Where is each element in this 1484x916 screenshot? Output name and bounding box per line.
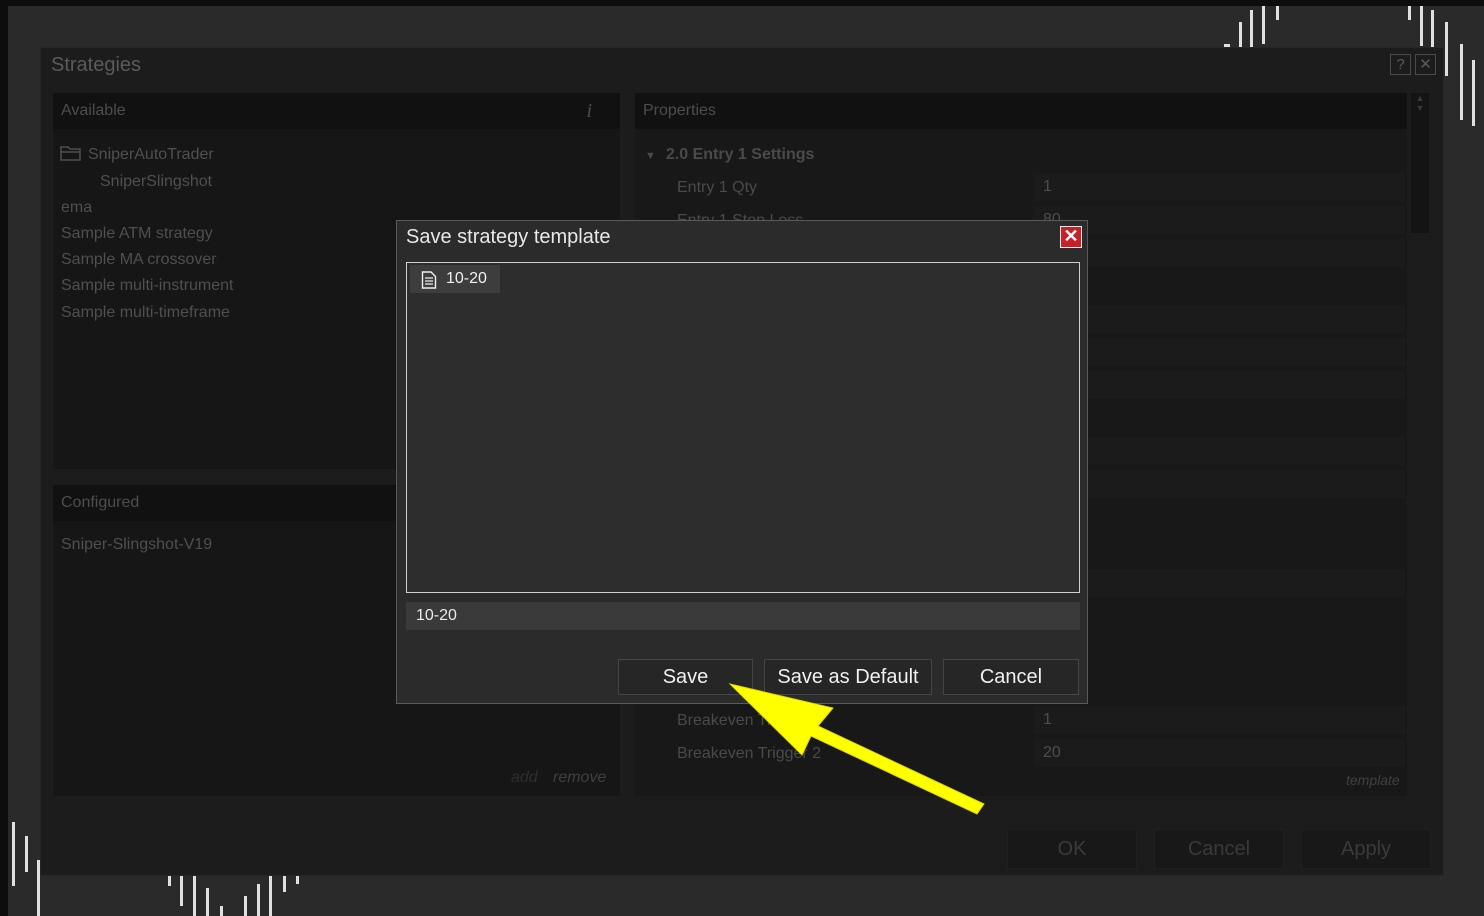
property-label: Breakeven Trigger 2 xyxy=(677,745,822,762)
list-item[interactable]: Sample ATM strategy xyxy=(61,225,213,243)
list-item[interactable]: ema xyxy=(61,199,92,217)
list-item[interactable]: Sample MA crossover xyxy=(61,251,217,269)
property-label: Entry 1 Qty xyxy=(677,179,758,196)
cancel-button[interactable]: Cancel xyxy=(943,659,1079,695)
apply-button[interactable]: Apply xyxy=(1301,829,1431,869)
scroll-up-icon[interactable]: ▲ xyxy=(1411,93,1429,103)
dialog-title: Save strategy template xyxy=(406,226,611,248)
property-value[interactable]: 20 xyxy=(1033,739,1405,767)
save-template-dialog: Save strategy template ✕ 10-20 10-20 Sav… xyxy=(396,220,1088,704)
available-title: Available xyxy=(61,102,126,119)
close-icon[interactable]: ✕ xyxy=(1060,226,1082,248)
close-button[interactable]: ✕ xyxy=(1415,54,1436,75)
screen: Strategies ? ✕ Available i SniperAutoTra… xyxy=(0,0,1484,916)
cancel-button[interactable]: Cancel xyxy=(1154,829,1284,869)
info-icon[interactable]: i xyxy=(586,93,592,129)
list-item[interactable]: Sample multi-timeframe xyxy=(61,304,230,322)
properties-scrollbar[interactable]: ▲ ▼ xyxy=(1411,93,1429,233)
property-value[interactable]: 1 xyxy=(1033,173,1405,201)
property-value[interactable] xyxy=(1033,338,1405,366)
property-value[interactable] xyxy=(1033,239,1405,267)
expand-arrow-icon: ▼ xyxy=(645,150,656,162)
section-header[interactable]: ▼ 2.0 Entry 1 Settings xyxy=(645,146,814,164)
scroll-down-icon[interactable]: ▼ xyxy=(1411,103,1429,113)
section-title: 2.0 Entry 1 Settings xyxy=(665,146,815,163)
folder-icon xyxy=(60,146,81,161)
template-item[interactable]: 10-20 xyxy=(410,265,500,293)
save-as-default-button[interactable]: Save as Default xyxy=(764,659,932,695)
list-item[interactable]: SniperSlingshot xyxy=(100,173,212,191)
document-icon xyxy=(421,271,437,289)
list-item[interactable]: Sniper-Slingshot-V19 xyxy=(61,536,212,554)
property-value[interactable]: 1 xyxy=(1033,706,1405,734)
property-label: Breakeven Ticks 2 xyxy=(677,712,808,729)
list-item[interactable]: Sample multi-instrument xyxy=(61,277,234,295)
available-header: Available i xyxy=(53,93,620,129)
folder-label: SniperAutoTrader xyxy=(88,146,214,163)
property-value[interactable] xyxy=(1033,470,1405,498)
ok-button[interactable]: OK xyxy=(1007,829,1137,869)
property-value[interactable] xyxy=(1033,569,1405,597)
property-value[interactable] xyxy=(1033,371,1405,399)
folder-item[interactable]: SniperAutoTrader xyxy=(60,145,214,164)
template-list: 10-20 xyxy=(406,262,1080,593)
property-value[interactable] xyxy=(1033,437,1405,465)
property-value[interactable] xyxy=(1033,305,1405,333)
add-link[interactable]: add xyxy=(511,769,538,787)
template-link[interactable]: template xyxy=(1346,772,1400,788)
window-title: Strategies xyxy=(51,54,142,76)
remove-link[interactable]: remove xyxy=(553,769,606,787)
template-name-input[interactable]: 10-20 xyxy=(406,602,1080,630)
save-button[interactable]: Save xyxy=(618,659,753,695)
property-value[interactable]: 80 xyxy=(1033,206,1405,234)
help-button[interactable]: ? xyxy=(1390,54,1411,75)
properties-header: Properties xyxy=(635,93,1407,129)
template-item-label: 10-20 xyxy=(446,270,487,287)
